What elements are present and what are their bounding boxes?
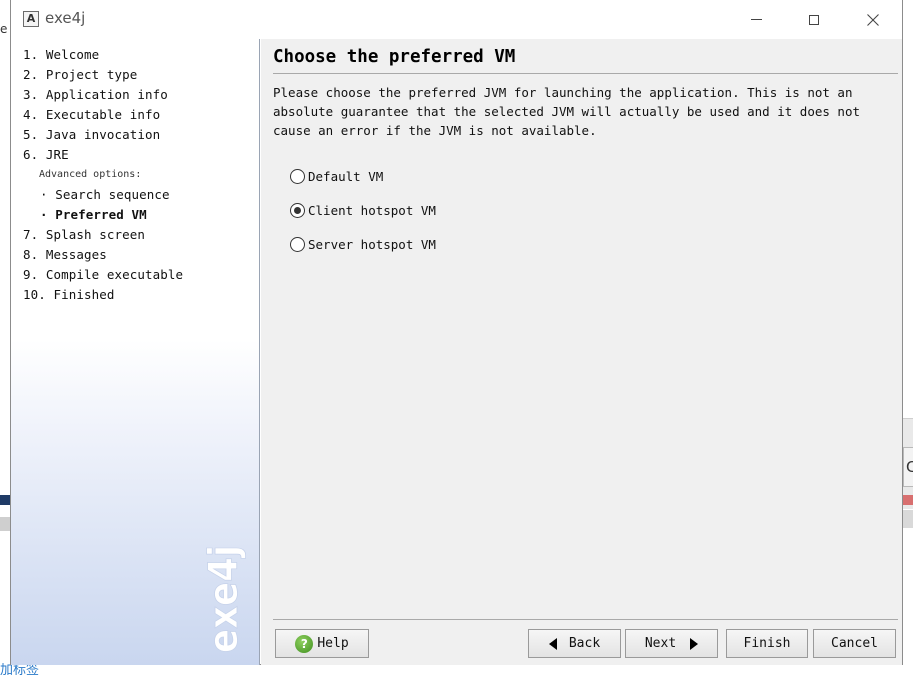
next-button[interactable]: Next [625, 629, 718, 658]
background-fragment [903, 495, 913, 505]
finish-button-label: Finish [743, 636, 791, 651]
step-compile-executable[interactable]: 9. Compile executable [23, 267, 183, 282]
radio-button-selected-icon[interactable] [290, 202, 305, 218]
finish-button[interactable]: Finish [726, 629, 808, 658]
main-panel: Choose the preferred VM Please choose th… [261, 39, 902, 665]
background-button-fragment: C [903, 447, 913, 487]
close-button[interactable] [844, 0, 902, 39]
step-splash-screen[interactable]: 7. Splash screen [23, 227, 145, 242]
title-bar[interactable]: A exe4j [11, 0, 902, 39]
step-welcome[interactable]: 1. Welcome [23, 47, 99, 62]
step-search-sequence[interactable]: · Search sequence [40, 187, 170, 202]
background-fragment [0, 495, 10, 505]
cancel-button-label: Cancel [831, 636, 878, 651]
step-executable-info[interactable]: 4. Executable info [23, 107, 160, 122]
exe4j-window: A exe4j 1. Welcome 2. Project type 3. Ap… [10, 0, 903, 665]
window-title: exe4j [45, 9, 86, 27]
triangle-right-icon [690, 637, 699, 650]
title-divider [273, 73, 898, 74]
radio-label: Default VM [308, 168, 384, 184]
step-preferred-vm[interactable]: · Preferred VM [40, 207, 147, 222]
background-window-fragment: e [0, 22, 8, 36]
step-messages[interactable]: 8. Messages [23, 247, 107, 262]
page-description: Please choose the preferred JVM for laun… [273, 85, 860, 138]
app-icon: A [23, 11, 39, 27]
footer-divider [273, 619, 898, 620]
radio-default-vm[interactable]: Default VM [290, 166, 383, 186]
cancel-button[interactable]: Cancel [813, 629, 896, 658]
back-button[interactable]: Back [528, 629, 621, 658]
step-project-type[interactable]: 2. Project type [23, 67, 137, 82]
exe4j-watermark-logo: exe4j [201, 545, 248, 654]
maximize-icon [809, 14, 819, 25]
radio-button-icon[interactable] [290, 236, 305, 252]
page-title: Choose the preferred VM [273, 47, 516, 67]
radio-client-hotspot-vm[interactable]: Client hotspot VM [290, 200, 436, 220]
wizard-steps-sidebar: 1. Welcome 2. Project type 3. Applicatio… [11, 39, 260, 665]
step-application-info[interactable]: 3. Application info [23, 87, 168, 102]
minimize-icon [750, 19, 762, 20]
close-icon [867, 13, 879, 26]
maximize-button[interactable] [785, 0, 843, 39]
radio-server-hotspot-vm[interactable]: Server hotspot VM [290, 234, 436, 254]
step-jre[interactable]: 6. JRE [23, 147, 69, 162]
step-finished[interactable]: 10. Finished [23, 287, 115, 302]
background-fragment [0, 517, 10, 531]
watermark-text: exe4j [201, 545, 247, 653]
help-icon: ? [295, 634, 314, 653]
triangle-left-icon [548, 637, 557, 650]
minimize-button[interactable] [727, 0, 785, 39]
radio-button-icon[interactable] [290, 168, 305, 184]
help-button-label: Help [317, 636, 349, 651]
advanced-options-label: Advanced options: [39, 169, 142, 180]
next-button-label: Next [644, 636, 677, 651]
back-button-label: Back [568, 636, 601, 651]
step-java-invocation[interactable]: 5. Java invocation [23, 127, 160, 142]
radio-label: Client hotspot VM [308, 202, 436, 218]
radio-label: Server hotspot VM [308, 236, 436, 252]
background-fragment [903, 510, 913, 528]
help-button[interactable]: ? Help [275, 629, 369, 658]
